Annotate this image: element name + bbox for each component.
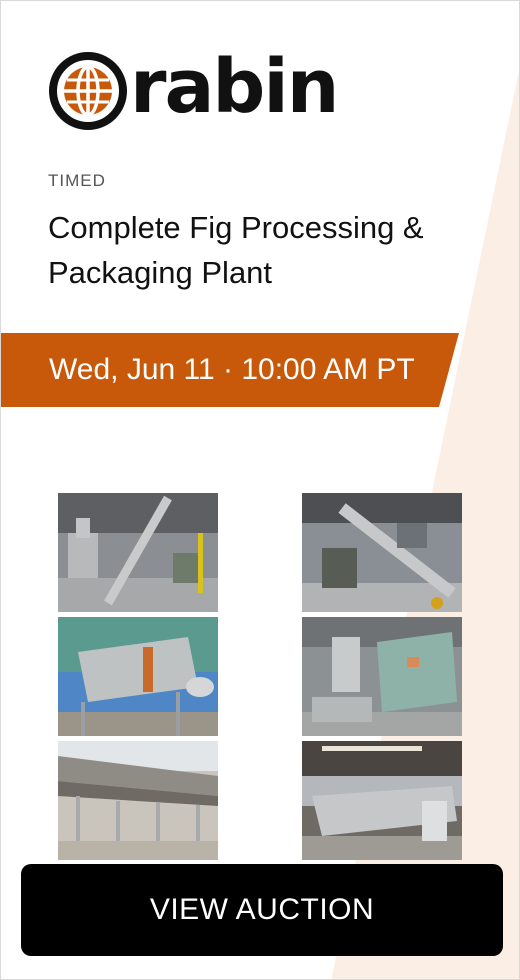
auction-title: Complete Fig Processing & Packaging Plan… <box>48 210 424 290</box>
photo-3[interactable] <box>58 617 218 736</box>
sorting-line-photo <box>302 741 462 860</box>
processing-machine-photo <box>302 617 462 736</box>
bagging-machine-photo <box>58 493 218 612</box>
logo-wordmark: rabin <box>130 44 339 130</box>
photo-2[interactable] <box>302 493 462 612</box>
photo-4[interactable] <box>302 617 462 736</box>
photo-1[interactable] <box>58 493 218 612</box>
rabin-logo: rabin <box>48 47 339 131</box>
globe-logo-icon <box>49 52 127 130</box>
conveyor-frame-photo <box>58 741 218 860</box>
auction-date-time: Wed, Jun 11 · 10:00 AM PT <box>49 353 415 386</box>
auction-type-label: TIMED <box>48 171 106 190</box>
incline-conveyor-photo <box>302 493 462 612</box>
photo-5[interactable] <box>58 741 218 860</box>
photo-6[interactable] <box>302 741 462 860</box>
auction-card[interactable]: rabin TIMED Complete Fig Processing & Pa… <box>0 0 520 980</box>
steel-hopper-photo <box>58 617 218 736</box>
view-auction-button[interactable]: VIEW AUCTION <box>21 864 503 956</box>
